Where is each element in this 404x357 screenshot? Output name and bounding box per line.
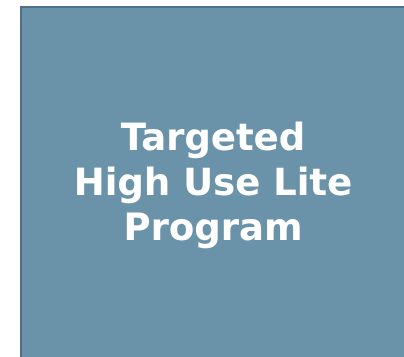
diagram-canvas: Targeted High Use Lite Program <box>0 0 404 357</box>
program-title-line-2: High Use Lite <box>73 160 353 204</box>
program-title-line-3: Program <box>123 206 303 250</box>
program-title: Targeted High Use Lite Program <box>74 115 352 250</box>
program-box: Targeted High Use Lite Program <box>20 6 404 357</box>
program-title-line-1: Targeted <box>120 115 306 159</box>
